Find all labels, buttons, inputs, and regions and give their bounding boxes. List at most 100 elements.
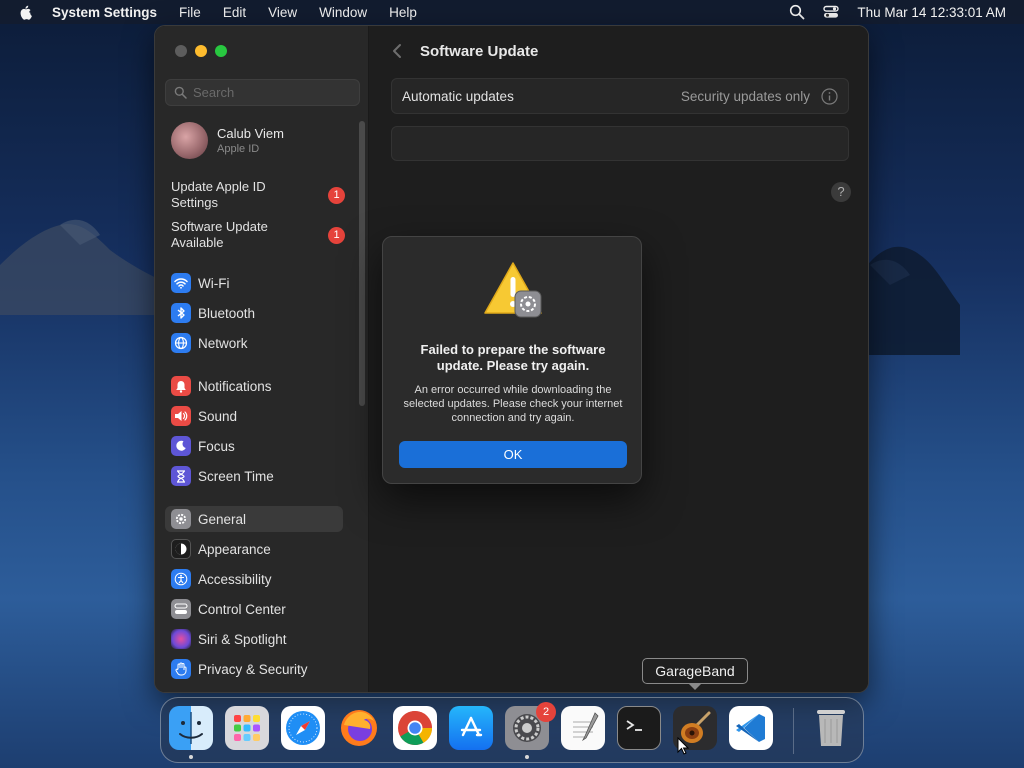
appearance-icon — [171, 539, 191, 559]
sidebar-item-label: Privacy & Security — [198, 661, 308, 677]
profile-name: Calub Viem — [217, 125, 284, 141]
sidebar-item-wifi[interactable]: Wi-Fi — [165, 270, 345, 296]
control-center-icon[interactable] — [823, 4, 840, 20]
sidebar-item-bluetooth[interactable]: Bluetooth — [165, 300, 345, 326]
wallpaper-island-left — [0, 219, 170, 315]
back-chevron-icon[interactable] — [391, 42, 403, 60]
sidebar-item-label: Bluetooth — [198, 305, 256, 321]
menu-bar-clock[interactable]: Thu Mar 14 12:33:01 AM — [857, 5, 1006, 20]
menu-edit[interactable]: Edit — [223, 5, 246, 20]
sidebar-notice-software-update[interactable]: Software Update Available 1 — [171, 219, 351, 251]
sidebar-item-label: Siri & Spotlight — [198, 631, 287, 647]
sidebar-scrollbar[interactable] — [359, 121, 365, 406]
sidebar-search[interactable] — [165, 79, 360, 106]
siri-icon — [171, 629, 191, 649]
window-controls — [175, 45, 235, 57]
terminal-icon[interactable] — [617, 706, 661, 750]
alert-heading: Failed to prepare the software update. P… — [420, 342, 606, 373]
sidebar-item-control-center[interactable]: Control Center — [165, 596, 345, 622]
sidebar-item-label: Appearance — [198, 541, 271, 557]
accessibility-icon — [171, 569, 191, 589]
minimize-window-button[interactable] — [195, 45, 207, 57]
ok-button[interactable]: OK — [399, 441, 627, 468]
system-settings-badge: 2 — [536, 702, 556, 722]
notification-badge: 1 — [328, 187, 345, 204]
avatar — [171, 121, 208, 159]
sidebar-notice-apple-id[interactable]: Update Apple ID Settings 1 — [171, 179, 351, 211]
close-window-button[interactable] — [175, 45, 187, 57]
trash-icon[interactable] — [809, 706, 853, 750]
hand-icon — [171, 659, 191, 679]
speaker-icon — [171, 406, 191, 426]
sidebar-item-label: Network — [198, 335, 248, 351]
safari-icon[interactable] — [281, 706, 325, 750]
launchpad-icon[interactable] — [225, 706, 269, 750]
sidebar-item-label: Notifications — [198, 378, 272, 394]
apple-logo-icon[interactable] — [18, 4, 34, 20]
notification-badge: 1 — [328, 227, 345, 244]
finder-running-indicator — [189, 755, 193, 759]
gear-icon — [171, 509, 191, 529]
globe-icon — [171, 333, 191, 353]
menu-file[interactable]: File — [179, 5, 201, 20]
hourglass-icon — [171, 466, 191, 486]
sidebar-item-sound[interactable]: Sound — [165, 403, 345, 429]
sidebar-item-label: Sound — [198, 408, 238, 424]
system-settings-running-indicator — [525, 755, 529, 759]
dock: 2 — [160, 697, 864, 763]
sidebar-item-siri-spotlight[interactable]: Siri & Spotlight — [165, 626, 345, 652]
dock-tooltip: GarageBand — [642, 658, 748, 684]
chrome-icon[interactable] — [393, 706, 437, 750]
sidebar-item-network[interactable]: Network — [165, 330, 345, 356]
sidebar-item-label: General — [198, 511, 247, 527]
dock-separator — [793, 708, 794, 754]
menu-help[interactable]: Help — [389, 5, 417, 20]
app-store-icon[interactable] — [449, 706, 493, 750]
sidebar-item-screen-time[interactable]: Screen Time — [165, 463, 345, 489]
sidebar-item-appearance[interactable]: Appearance — [165, 536, 345, 562]
sidebar-item-label: Control Center — [198, 601, 286, 617]
sidebar-item-label: Focus — [198, 438, 235, 454]
page-title: Software Update — [420, 43, 539, 60]
sidebar-item-focus[interactable]: Focus — [165, 433, 345, 459]
notice-label: Software Update Available — [171, 219, 268, 250]
dock-tooltip-arrow — [689, 684, 701, 690]
wallpaper-island-right — [860, 246, 960, 355]
wifi-icon — [171, 273, 191, 293]
sidebar-item-label: Wi-Fi — [198, 275, 230, 291]
automatic-updates-label: Automatic updates — [402, 88, 514, 104]
menu-view[interactable]: View — [268, 5, 297, 20]
update-status-row — [391, 126, 849, 161]
sidebar-item-general[interactable]: General — [165, 506, 343, 532]
profile-subtitle: Apple ID — [217, 142, 260, 155]
search-icon[interactable] — [789, 4, 805, 20]
menu-bar: System Settings File Edit View Window He… — [0, 0, 1024, 24]
maximize-window-button[interactable] — [215, 45, 227, 57]
sidebar: Calub Viem Apple ID Update Apple ID Sett… — [155, 26, 369, 692]
moon-icon — [171, 436, 191, 456]
sidebar-item-privacy-security[interactable]: Privacy & Security — [165, 656, 345, 682]
notice-label: Update Apple ID Settings — [171, 179, 266, 210]
bell-icon — [171, 376, 191, 396]
info-icon[interactable] — [821, 87, 838, 105]
sidebar-item-accessibility[interactable]: Accessibility — [165, 566, 345, 592]
menu-app-name[interactable]: System Settings — [52, 5, 157, 20]
search-icon — [174, 86, 187, 99]
control-center-icon — [171, 599, 191, 619]
sidebar-item-notifications[interactable]: Notifications — [165, 373, 345, 399]
automatic-updates-value: Security updates only — [680, 88, 810, 104]
warning-icon — [484, 262, 542, 318]
apple-id-profile[interactable]: Calub Viem Apple ID — [171, 120, 284, 160]
finder-icon[interactable] — [169, 706, 213, 750]
help-button[interactable]: ? — [831, 182, 851, 202]
search-input[interactable] — [193, 85, 353, 100]
mouse-cursor-icon — [677, 737, 689, 755]
automatic-updates-row[interactable]: Automatic updates Security updates only — [391, 78, 849, 114]
firefox-icon[interactable] — [337, 706, 381, 750]
sidebar-item-label: Accessibility — [198, 571, 272, 587]
vscode-icon[interactable] — [729, 706, 773, 750]
menu-window[interactable]: Window — [319, 5, 367, 20]
textedit-icon[interactable] — [561, 706, 605, 750]
sidebar-item-label: Screen Time — [198, 468, 274, 484]
alert-message: An error occurred while downloading the … — [403, 384, 623, 424]
